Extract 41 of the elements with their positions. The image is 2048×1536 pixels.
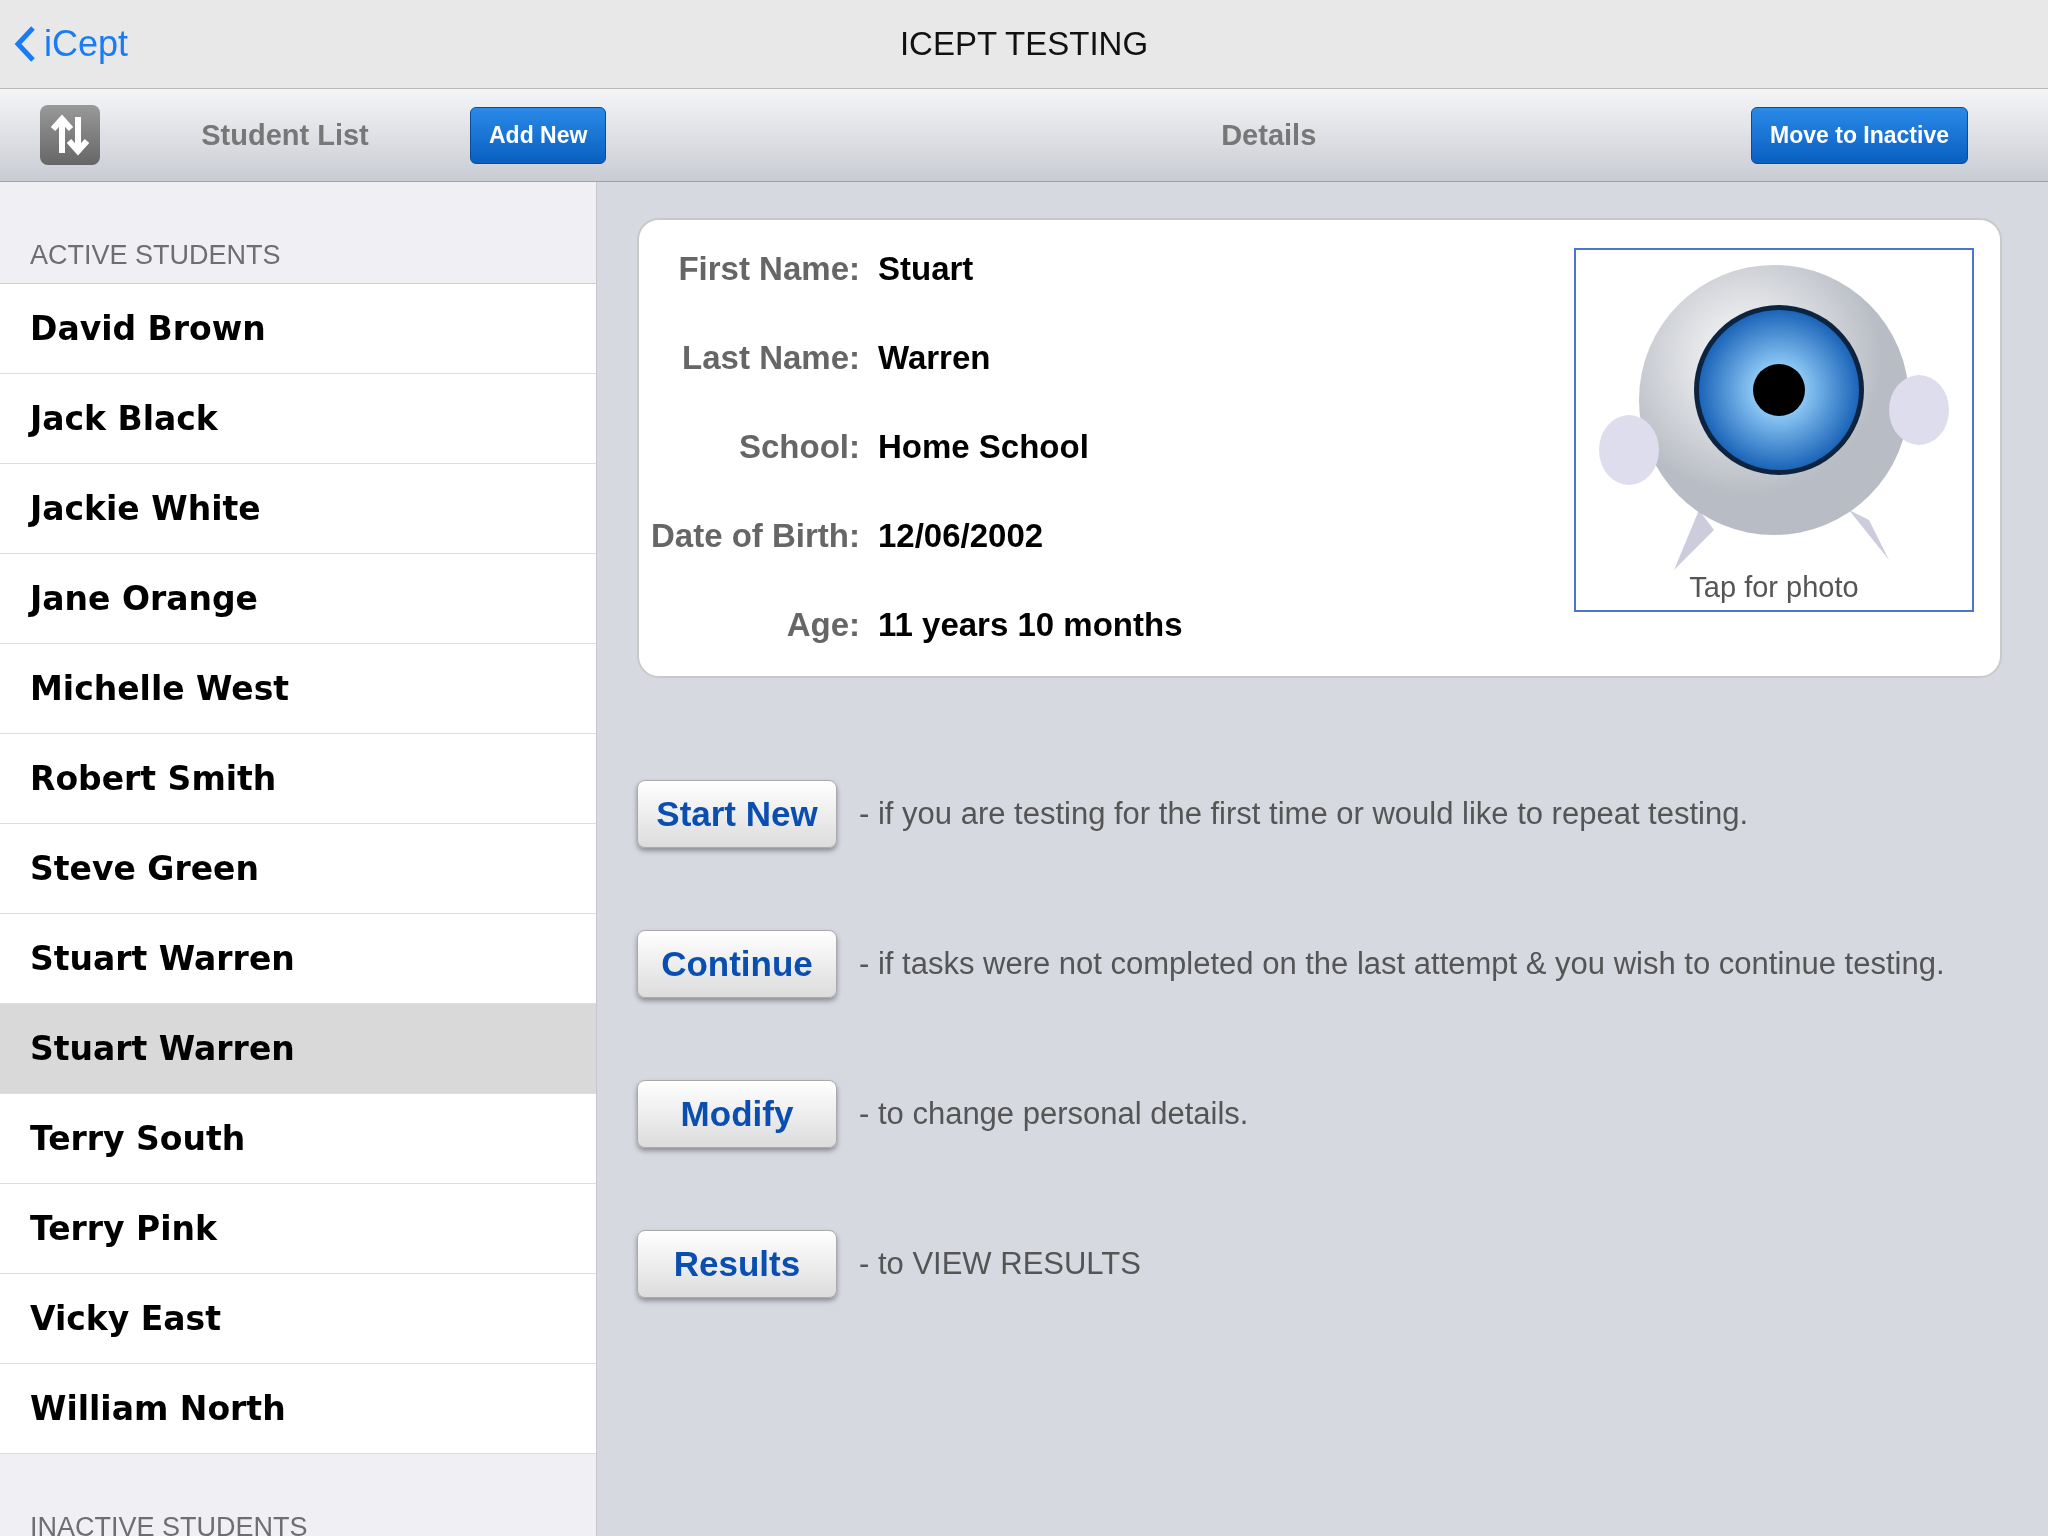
list-title: Student List xyxy=(200,118,370,152)
field-value: Stuart xyxy=(878,250,975,289)
student-row[interactable]: Michelle West xyxy=(0,644,596,734)
action-description: - if tasks were not completed on the last attempt & you wish to continue testing. xyxy=(859,946,1945,982)
student-row[interactable]: Steve Green xyxy=(0,824,596,914)
photo-frame[interactable]: Tap for photo xyxy=(1574,248,1974,612)
field-value: 12/06/2002 xyxy=(878,517,1045,556)
field-label: School: xyxy=(738,428,860,467)
action-description: - to VIEW RESULTS xyxy=(859,1246,1141,1282)
field-label: Age: xyxy=(785,606,860,645)
sort-arrows-icon xyxy=(48,113,92,157)
student-row[interactable]: Vicky East xyxy=(0,1274,596,1364)
sort-button[interactable] xyxy=(40,105,100,165)
action-button[interactable]: Modify xyxy=(637,1080,837,1148)
student-row[interactable]: Terry South xyxy=(0,1094,596,1184)
screen-title: ICEPT TESTING xyxy=(899,25,1149,63)
student-row[interactable]: Robert Smith xyxy=(0,734,596,824)
field-label: Date of Birth: xyxy=(651,517,860,556)
action-description: - if you are testing for the first time or would like to repeat testing. xyxy=(859,796,1749,832)
student-row[interactable]: Jackie White xyxy=(0,464,596,554)
student-row[interactable]: David Brown xyxy=(0,284,596,374)
back-chevron-icon xyxy=(14,25,36,63)
field-label: First Name: xyxy=(677,250,860,289)
student-row[interactable]: Jane Orange xyxy=(0,554,596,644)
action-description: - to change personal details. xyxy=(859,1096,1249,1132)
action-button[interactable]: Continue xyxy=(637,930,837,998)
student-row[interactable]: Terry Pink xyxy=(0,1184,596,1274)
details-title: Details xyxy=(1220,118,1318,152)
field-value: 11 years 10 months xyxy=(878,606,1184,645)
action-button[interactable]: Start New xyxy=(637,780,837,848)
field-value: Home School xyxy=(878,428,1090,467)
section-header: INACTIVE STUDENTS xyxy=(0,1454,596,1536)
add-new-button[interactable]: Add New xyxy=(470,106,607,164)
student-row[interactable]: William North xyxy=(0,1364,596,1454)
student-row[interactable]: Stuart Warren xyxy=(0,914,596,1004)
photo-caption: Tap for photo xyxy=(1689,571,1859,604)
field-label: Last Name: xyxy=(681,339,860,378)
action-button[interactable]: Results xyxy=(637,1230,837,1298)
field-value: Warren xyxy=(878,339,992,378)
student-row[interactable]: Jack Black xyxy=(0,374,596,464)
student-row[interactable]: Stuart Warren xyxy=(0,1004,596,1094)
